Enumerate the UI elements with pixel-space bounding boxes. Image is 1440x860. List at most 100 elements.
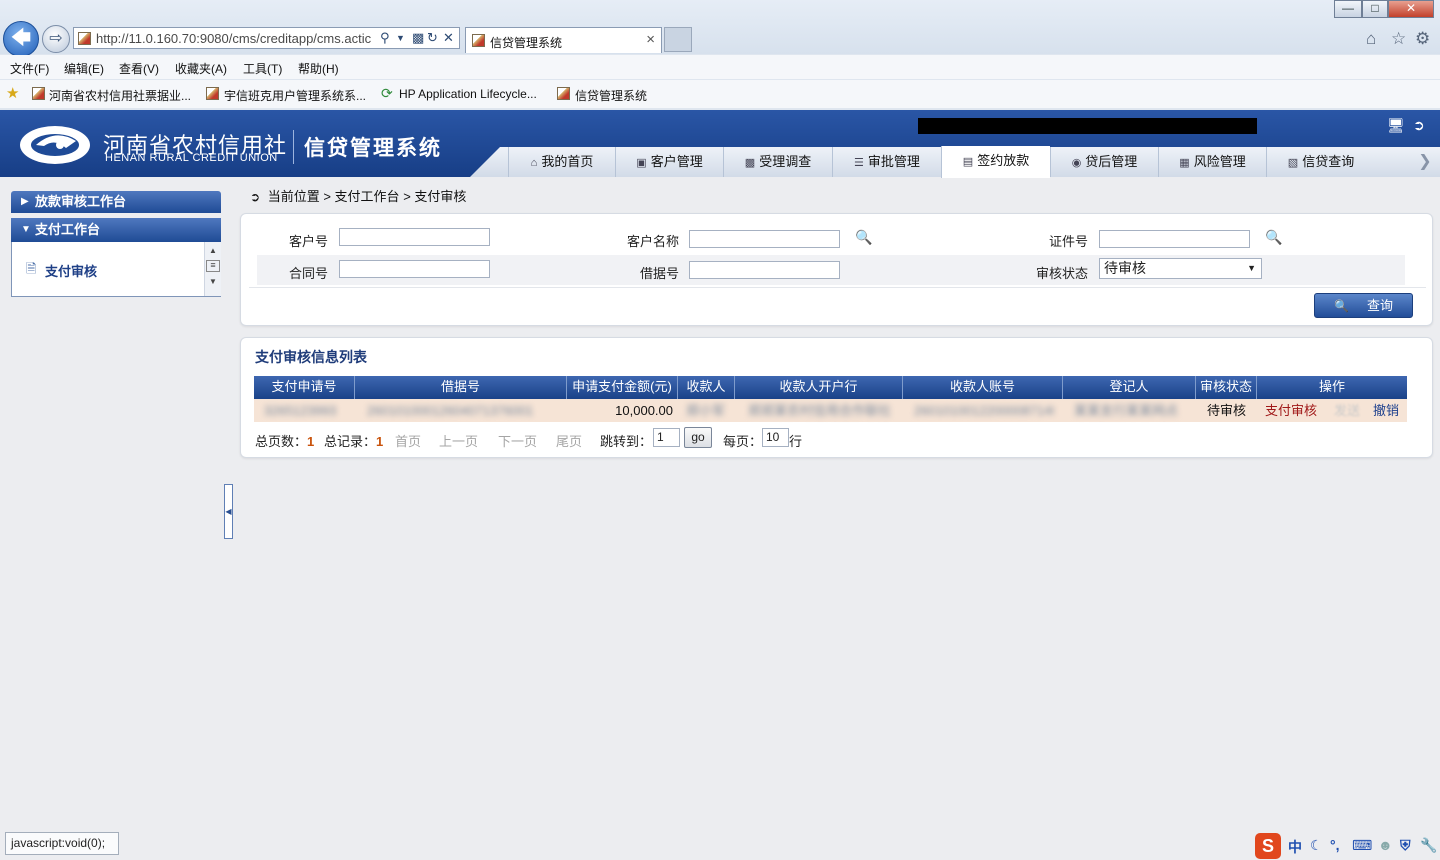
jump-label: 跳转到： — [600, 434, 653, 449]
new-tab-button[interactable] — [664, 27, 692, 52]
house-icon: ⌂ — [530, 157, 538, 169]
tab-close-icon[interactable]: × — [646, 31, 655, 48]
col-action: 操作 — [1318, 379, 1345, 394]
review-status-label: 审核状态 — [1035, 266, 1088, 281]
chinese-mode-icon[interactable]: 中 — [1288, 837, 1302, 857]
keyboard-icon[interactable]: ⌨ — [1352, 837, 1372, 854]
sidebar-section-payment[interactable]: ▼ 支付工作台 — [11, 218, 221, 242]
id-no-input[interactable] — [1099, 230, 1250, 248]
browser-tab-active[interactable]: 信贷管理系统 × — [465, 27, 662, 53]
pager-last[interactable]: 尾页 — [556, 431, 582, 450]
sidebar-section-loan-review[interactable]: ▶ 放款审核工作台 — [11, 191, 221, 213]
breadcrumb-payment-workbench[interactable]: 支付工作台 — [335, 189, 400, 204]
address-bar[interactable]: http://11.0.160.70:9080/cms/creditapp/cm… — [73, 27, 460, 49]
search-icon[interactable]: ⚲ — [380, 30, 390, 46]
nav-tab-customer[interactable]: ▣ 客户管理 — [615, 147, 723, 177]
customer-lookup-search-icon[interactable]: 🔍 — [855, 229, 872, 246]
menu-edit[interactable]: 编辑(E) — [64, 60, 104, 77]
system-title: 信贷管理系统 — [304, 136, 442, 160]
moon-icon[interactable]: ☾ — [1310, 837, 1323, 854]
per-page-input[interactable]: 10 — [762, 428, 789, 447]
col-status: 审核状态 — [1196, 376, 1257, 399]
menu-tools[interactable]: 工具(T) — [243, 60, 282, 77]
settings-gear-icon[interactable]: ⚙ — [1415, 29, 1430, 49]
total-records: 总记录：1 — [324, 434, 384, 449]
customer-name-label: 客户名称 — [626, 234, 679, 249]
table-row[interactable]: 3265123993 26010100012604071376001 10,00… — [254, 399, 1407, 422]
menu-file[interactable]: 文件(F) — [10, 60, 49, 77]
punctuation-icon[interactable]: °, — [1330, 837, 1340, 853]
scroll-up-icon[interactable]: ▲ — [205, 246, 221, 255]
hp-loop-icon: ⟳ — [381, 85, 393, 101]
wrench-icon[interactable]: 🔧 — [1420, 837, 1437, 854]
nav-tab-contract[interactable]: ▤ 签约放款 — [941, 146, 1050, 178]
forward-button[interactable]: ⇨ — [42, 25, 70, 53]
favorites-star-icon[interactable]: ☆ — [1391, 29, 1406, 49]
pager-next[interactable]: 下一页 — [498, 431, 537, 450]
address-url[interactable]: http://11.0.160.70:9080/cms/creditapp/cm… — [96, 31, 381, 46]
contract-no-label: 合同号 — [288, 266, 328, 281]
page-icon: 🗎 — [26, 261, 37, 276]
sidebar-scrollbar[interactable]: ▲ ≡ ▼ — [204, 242, 221, 296]
refresh-icon[interactable]: ↻ — [427, 30, 438, 46]
action-revoke-link[interactable]: 撤销 — [1373, 399, 1399, 422]
pager-prev[interactable]: 上一页 — [439, 431, 478, 450]
favorites-add-icon[interactable]: ★ — [6, 84, 19, 102]
fav-link-bill[interactable]: 河南省农村信用社票据业... — [49, 87, 191, 104]
tab-title: 信贷管理系统 — [490, 36, 563, 50]
menu-help[interactable]: 帮助(H) — [298, 60, 339, 77]
sidebar-collapse-handle[interactable]: ◀ — [224, 484, 233, 539]
nav-tab-approval[interactable]: ☰ 审批管理 — [832, 147, 941, 177]
stop-icon[interactable]: ✕ — [443, 30, 454, 46]
contract-no-input[interactable] — [339, 260, 490, 278]
nav-scroll-right-icon[interactable]: ❯ — [1410, 147, 1440, 177]
customer-no-input[interactable] — [339, 228, 490, 246]
sogou-ime-logo-icon[interactable]: S — [1255, 833, 1281, 859]
page-favicon-icon — [78, 32, 91, 45]
fav-link-credit[interactable]: 信贷管理系统 — [575, 87, 647, 104]
jump-page-input[interactable]: 1 — [653, 428, 680, 447]
sidebar-item-payment-review[interactable]: 支付审核 — [45, 261, 97, 280]
close-window-button[interactable]: ✕ — [1388, 0, 1434, 18]
loan-no-input[interactable] — [689, 261, 840, 279]
scroll-down-icon[interactable]: ▼ — [205, 277, 221, 286]
nav-tab-risk[interactable]: ▦ 风险管理 — [1158, 147, 1266, 177]
col-amount: 申请支付金额(元) — [567, 376, 678, 399]
compat-view-icon[interactable]: ▩ — [412, 30, 424, 46]
cell-registrar: 某某支行某某网点 — [1074, 403, 1179, 418]
home-icon[interactable]: ⌂ — [1366, 29, 1376, 49]
tab-favicon-icon — [472, 34, 485, 47]
query-button[interactable]: 🔍 查询 — [1314, 293, 1413, 318]
list-title: 支付审核信息列表 — [255, 349, 367, 365]
go-button[interactable]: go — [684, 427, 712, 448]
menu-view[interactable]: 查看(V) — [119, 60, 159, 77]
logo-divider — [293, 130, 294, 164]
action-payment-review-link[interactable]: 支付审核 — [1265, 399, 1317, 422]
list-icon: ☰ — [854, 157, 864, 169]
logout-icon[interactable]: ➲ — [1413, 117, 1425, 134]
maximize-button[interactable]: □ — [1362, 0, 1388, 18]
back-button[interactable]: 🡄 — [3, 21, 39, 57]
nav-tab-home[interactable]: ⌂ 我的首页 — [508, 147, 615, 177]
id-lookup-search-icon[interactable]: 🔍 — [1265, 229, 1282, 246]
fav-link-hp[interactable]: HP Application Lifecycle... — [399, 87, 537, 101]
per-page-unit: 行 — [789, 434, 803, 449]
location-icon: ➲ — [250, 190, 261, 204]
nav-tab-postloan[interactable]: ◉ 贷后管理 — [1050, 147, 1158, 177]
monitor-icon[interactable]: 🖥 — [1387, 117, 1405, 134]
dropdown-arrow-icon[interactable]: ▼ — [396, 33, 405, 43]
skin-shirt-icon[interactable]: ⛨ — [1400, 837, 1411, 854]
user-icon[interactable]: ☻ — [1378, 837, 1393, 853]
col-payee: 收款人 — [678, 376, 735, 399]
pager-first[interactable]: 首页 — [395, 431, 421, 450]
menu-favorites[interactable]: 收藏夹(A) — [175, 60, 227, 77]
minimize-button[interactable]: — — [1334, 0, 1362, 18]
nav-tab-query[interactable]: ▧ 信贷查询 — [1266, 147, 1375, 177]
nav-tab-acceptance[interactable]: ▩ 受理调查 — [723, 147, 832, 177]
review-status-select[interactable]: 待审核 ▼ — [1099, 258, 1262, 279]
fav-link-user-mgmt[interactable]: 宇信班克用户管理系统系... — [224, 87, 366, 104]
customer-name-input[interactable] — [689, 230, 840, 248]
cell-payment-no: 3265123993 — [264, 403, 337, 418]
scroll-thumb[interactable]: ≡ — [206, 260, 220, 272]
cell-status: 待审核 — [1206, 403, 1246, 418]
